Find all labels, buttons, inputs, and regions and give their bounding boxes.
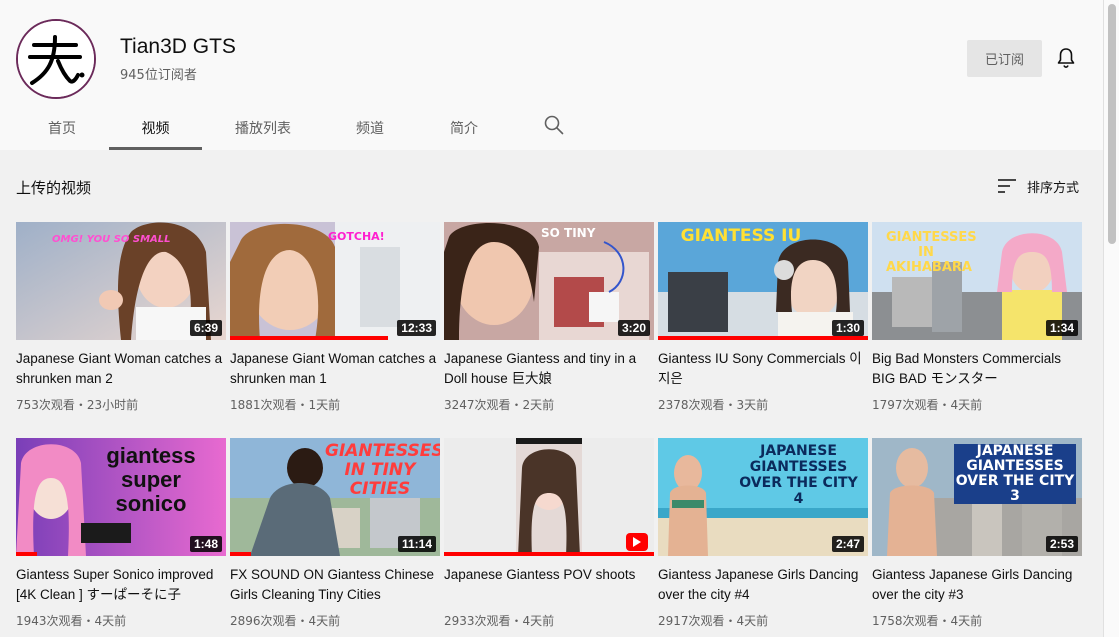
thumb-caption: GOTCHA! bbox=[328, 230, 385, 243]
video-thumbnail[interactable]: GIANTESSES IN TINY CITIES 11:14 bbox=[230, 438, 440, 556]
thumb-caption: GIANTESSES IN AKIHABARA bbox=[886, 230, 977, 275]
watch-progress bbox=[16, 552, 37, 556]
video-meta: 753次观看・23小时前 bbox=[16, 398, 139, 412]
video-title[interactable]: Giantess IU Sony Commercials 이지은 bbox=[658, 349, 868, 389]
video-meta: 1797次观看・4天前 bbox=[872, 398, 983, 412]
video-meta: 3247次观看・2天前 bbox=[444, 398, 555, 412]
video-meta: 2896次观看・4天前 bbox=[230, 614, 341, 628]
video-title[interactable]: Giantess Japanese Girls Dancing over the… bbox=[872, 565, 1082, 605]
video-duration: 11:14 bbox=[397, 536, 436, 552]
video-card[interactable]: GIANTESSES IN AKIHABARA 1:34 Big Bad Mon… bbox=[872, 222, 1082, 413]
video-thumbnail[interactable]: OMG! YOU SO SMALL 6:39 bbox=[16, 222, 226, 340]
video-card[interactable]: OMG! YOU SO SMALL 6:39 Japanese Giant Wo… bbox=[16, 222, 226, 413]
video-duration: 6:39 bbox=[189, 320, 222, 336]
thumb-caption: JAPANESE GIANTESSES OVER THE CITY 3 bbox=[954, 443, 1076, 504]
watch-progress bbox=[658, 336, 868, 340]
tab-videos[interactable]: 视频 bbox=[109, 108, 202, 150]
thumb-caption: OMG! YOU SO SMALL bbox=[52, 234, 171, 245]
video-duration: 3:20 bbox=[617, 320, 650, 336]
watch-progress bbox=[444, 552, 654, 556]
video-thumbnail[interactable] bbox=[444, 438, 654, 556]
thumb-caption: SO TINY bbox=[541, 226, 596, 240]
subscribed-button[interactable]: 已订阅 bbox=[967, 40, 1042, 77]
watch-progress bbox=[230, 552, 251, 556]
video-thumbnail[interactable]: GIANTESSES IN AKIHABARA 1:34 bbox=[872, 222, 1082, 340]
tab-playlists[interactable]: 播放列表 bbox=[219, 108, 307, 150]
video-meta: 1758次观看・4天前 bbox=[872, 614, 983, 628]
thumb-caption: GIANTESSES IN TINY CITIES bbox=[325, 441, 440, 499]
videos-section: 上传的视频 排序方式 OMG! YOU SO SMALL 6:39 Japane… bbox=[0, 150, 1103, 637]
video-duration: 1:34 bbox=[1045, 320, 1078, 336]
sort-icon bbox=[998, 179, 1016, 193]
video-meta: 1881次观看・1天前 bbox=[230, 398, 341, 412]
video-title[interactable]: Japanese Giantess POV shoots bbox=[444, 565, 654, 605]
thumb-caption: GIANTESS IU bbox=[680, 226, 802, 246]
scrollbar-thumb[interactable] bbox=[1108, 4, 1116, 244]
section-title: 上传的视频 bbox=[16, 179, 92, 197]
notification-bell-icon[interactable] bbox=[1054, 46, 1078, 70]
channel-name: Tian3D GTS bbox=[120, 35, 236, 58]
page-scrollbar[interactable] bbox=[1103, 0, 1119, 637]
tab-home[interactable]: 首页 bbox=[30, 108, 94, 150]
video-meta: 2917次观看・4天前 bbox=[658, 614, 769, 628]
video-thumbnail[interactable]: GIANTESS IU 1:30 bbox=[658, 222, 868, 340]
video-thumbnail[interactable]: JAPANESE GIANTESSES OVER THE CITY 3 2:53 bbox=[872, 438, 1082, 556]
video-card[interactable]: Japanese Giantess POV shoots 2933次观看・4天前 bbox=[444, 438, 654, 629]
video-thumbnail[interactable]: SO TINY 3:20 bbox=[444, 222, 654, 340]
avatar-logo-icon bbox=[18, 21, 94, 97]
video-card[interactable]: giantess super sonico 1:48 Giantess Supe… bbox=[16, 438, 226, 629]
video-title[interactable]: Giantess Super Sonico improved [4K Clean… bbox=[16, 565, 226, 605]
video-duration: 2:53 bbox=[1045, 536, 1078, 552]
video-card[interactable]: JAPANESE GIANTESSES OVER THE CITY 4 2:47… bbox=[658, 438, 868, 629]
video-title[interactable]: Giantess Japanese Girls Dancing over the… bbox=[658, 565, 868, 605]
video-title[interactable]: Big Bad Monsters Commercials BIG BAD モンス… bbox=[872, 349, 1082, 389]
thumb-caption: JAPANESE GIANTESSES OVER THE CITY 4 bbox=[739, 443, 858, 507]
watch-progress bbox=[230, 336, 388, 340]
video-title[interactable]: Japanese Giantess and tiny in a Doll hou… bbox=[444, 349, 654, 389]
sort-label: 排序方式 bbox=[1027, 180, 1080, 196]
channel-avatar[interactable] bbox=[16, 19, 96, 99]
video-card[interactable]: GIANTESS IU 1:30 Giantess IU Sony Commer… bbox=[658, 222, 868, 413]
video-thumbnail[interactable]: JAPANESE GIANTESSES OVER THE CITY 4 2:47 bbox=[658, 438, 868, 556]
video-title[interactable]: FX SOUND ON Giantess Chinese Girls Clean… bbox=[230, 565, 440, 605]
subscriber-count: 945位订阅者 bbox=[120, 68, 197, 83]
video-thumbnail[interactable]: giantess super sonico 1:48 bbox=[16, 438, 226, 556]
thumb-caption: giantess super sonico bbox=[106, 443, 196, 516]
video-meta: 2933次观看・4天前 bbox=[444, 614, 555, 628]
video-duration: 2:47 bbox=[831, 536, 864, 552]
channel-header: Tian3D GTS 945位订阅者 已订阅 首页 视频 播放列表 频道 简介 bbox=[0, 0, 1103, 150]
video-duration: 12:33 bbox=[397, 320, 436, 336]
channel-search-icon[interactable] bbox=[543, 114, 565, 136]
video-thumbnail[interactable]: GOTCHA! 12:33 bbox=[230, 222, 440, 340]
video-meta: 1943次观看・4天前 bbox=[16, 614, 127, 628]
video-card[interactable]: JAPANESE GIANTESSES OVER THE CITY 3 2:53… bbox=[872, 438, 1082, 629]
sort-button[interactable]: 排序方式 bbox=[997, 175, 1079, 197]
video-meta: 2378次观看・3天前 bbox=[658, 398, 769, 412]
video-duration: 1:48 bbox=[189, 536, 222, 552]
tab-about[interactable]: 简介 bbox=[432, 108, 496, 150]
video-card[interactable]: GIANTESSES IN TINY CITIES 11:14 FX SOUND… bbox=[230, 438, 440, 629]
video-title[interactable]: Japanese Giant Woman catches a shrunken … bbox=[16, 349, 226, 389]
video-title[interactable]: Japanese Giant Woman catches a shrunken … bbox=[230, 349, 440, 389]
video-card[interactable]: SO TINY 3:20 Japanese Giantess and tiny … bbox=[444, 222, 654, 413]
video-card[interactable]: GOTCHA! 12:33 Japanese Giant Woman catch… bbox=[230, 222, 440, 413]
tab-channels[interactable]: 频道 bbox=[338, 108, 402, 150]
video-duration: 1:30 bbox=[831, 320, 864, 336]
